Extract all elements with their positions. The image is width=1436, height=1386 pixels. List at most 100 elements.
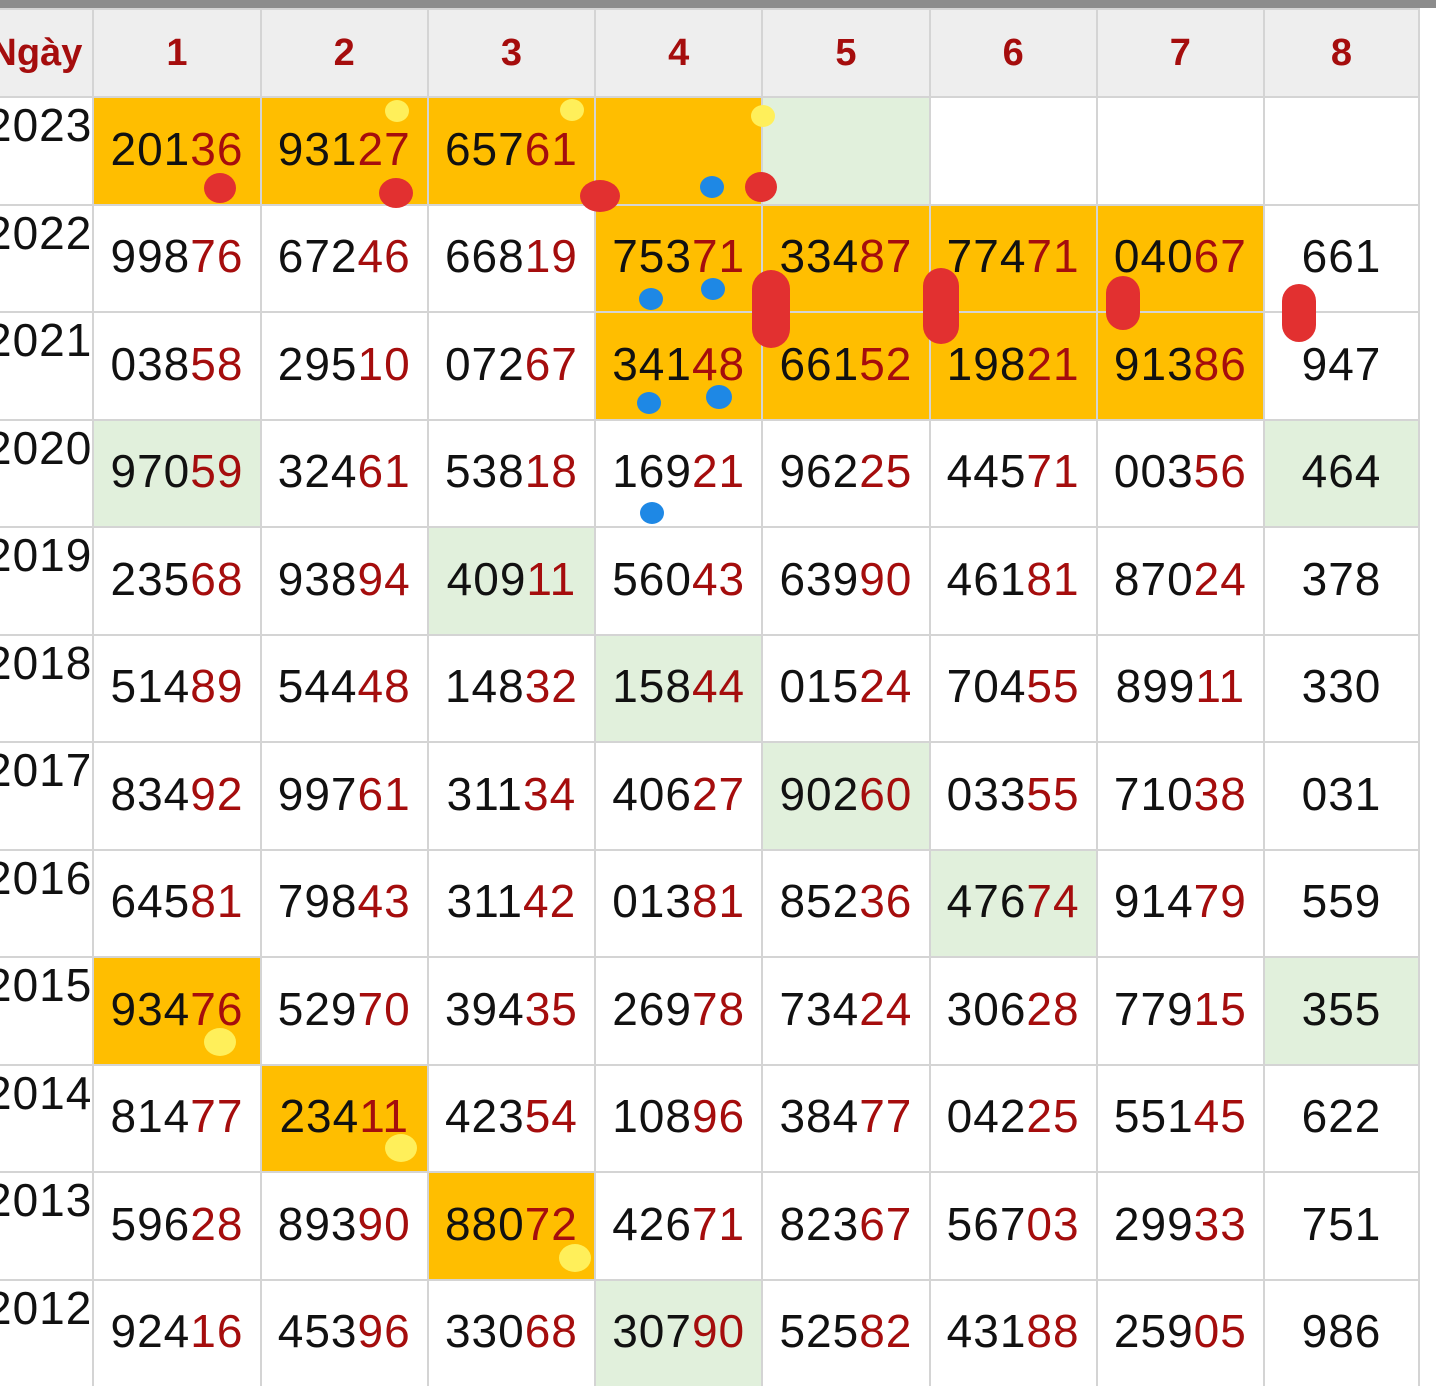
result-cell[interactable]: 54448 xyxy=(259,633,429,743)
result-cell[interactable]: 96225 xyxy=(761,418,931,528)
result-cell[interactable] xyxy=(1262,96,1421,206)
result-cell[interactable]: 330 xyxy=(1262,633,1421,743)
result-cell[interactable]: 53818 xyxy=(426,418,597,528)
result-cell[interactable]: 30628 xyxy=(928,956,1098,1066)
result-cell[interactable]: 42354 xyxy=(426,1063,597,1173)
result-tail-digits: 56 xyxy=(1193,445,1247,498)
result-cell[interactable]: 51489 xyxy=(92,633,262,743)
result-cell[interactable]: 89390 xyxy=(259,1171,429,1281)
result-tail-digits: 90 xyxy=(691,1305,746,1358)
result-cell[interactable]: 64581 xyxy=(92,848,262,958)
result-number: 622 xyxy=(1302,1090,1382,1142)
result-cell[interactable]: 03355 xyxy=(928,741,1098,851)
result-cell[interactable]: 82367 xyxy=(761,1171,931,1281)
red-stroke-mark xyxy=(923,268,959,344)
result-cell[interactable]: 59628 xyxy=(92,1171,262,1281)
result-cell[interactable]: 39435 xyxy=(426,956,597,1066)
result-head-digits: 198 xyxy=(946,337,1027,390)
result-cell[interactable]: 79843 xyxy=(259,848,429,958)
result-cell[interactable]: 45396 xyxy=(259,1278,429,1386)
result-cell[interactable]: 47674 xyxy=(928,848,1098,958)
result-cell[interactable]: 559 xyxy=(1262,848,1421,958)
result-cell[interactable]: 031 xyxy=(1262,741,1421,851)
row-date: 2021 xyxy=(0,311,95,421)
result-cell[interactable]: 15844 xyxy=(594,633,764,743)
result-cell[interactable]: 00356 xyxy=(1095,418,1265,528)
result-cell[interactable] xyxy=(1095,96,1265,206)
result-cell[interactable]: 622 xyxy=(1262,1063,1421,1173)
result-cell[interactable]: 29933 xyxy=(1095,1171,1265,1281)
result-cell[interactable]: 93894 xyxy=(259,526,429,636)
result-cell[interactable]: 04225 xyxy=(928,1063,1098,1173)
result-cell[interactable]: 99761 xyxy=(259,741,429,851)
result-cell[interactable]: 81477 xyxy=(92,1063,262,1173)
result-cell[interactable]: 26978 xyxy=(594,956,764,1066)
result-cell[interactable]: 464 xyxy=(1262,418,1421,528)
result-cell[interactable]: 40627 xyxy=(594,741,764,851)
results-table: Ngày 12345678 20232013693127657612022998… xyxy=(0,8,1421,1386)
result-cell[interactable]: 38477 xyxy=(761,1063,931,1173)
result-head-digits: 201 xyxy=(110,122,191,175)
result-cell[interactable]: 87024 xyxy=(1095,526,1265,636)
result-cell[interactable]: 14832 xyxy=(426,633,597,743)
result-tail-digits: 87 xyxy=(859,230,913,283)
result-cell[interactable]: 44571 xyxy=(928,418,1098,528)
result-cell[interactable]: 89911 xyxy=(1095,633,1265,743)
result-cell[interactable]: 01381 xyxy=(594,848,764,958)
result-number: 64581 xyxy=(111,875,244,927)
result-cell[interactable]: 01524 xyxy=(761,633,931,743)
result-cell[interactable]: 43188 xyxy=(928,1278,1098,1386)
result-cell[interactable]: 751 xyxy=(1262,1171,1421,1281)
result-cell[interactable]: 91479 xyxy=(1095,848,1265,958)
result-number: 31142 xyxy=(447,875,577,927)
result-cell[interactable]: 56043 xyxy=(594,526,764,636)
result-cell[interactable]: 30790 xyxy=(594,1278,764,1386)
result-head-digits: 169 xyxy=(612,445,692,498)
result-cell[interactable]: 77915 xyxy=(1095,956,1265,1066)
result-cell[interactable] xyxy=(761,96,931,206)
result-cell[interactable]: 378 xyxy=(1262,526,1421,636)
result-number: 46181 xyxy=(947,553,1080,605)
result-cell[interactable]: 85236 xyxy=(761,848,931,958)
result-cell[interactable]: 55145 xyxy=(1095,1063,1265,1173)
result-cell[interactable]: 07267 xyxy=(426,311,597,421)
result-cell[interactable]: 73424 xyxy=(761,956,931,1066)
result-cell[interactable]: 70455 xyxy=(928,633,1098,743)
result-cell[interactable]: 40911 xyxy=(426,526,597,636)
result-cell[interactable]: 42671 xyxy=(594,1171,764,1281)
result-cell[interactable]: 29510 xyxy=(259,311,429,421)
result-cell[interactable]: 355 xyxy=(1262,956,1421,1066)
result-cell[interactable]: 31142 xyxy=(426,848,597,958)
result-cell[interactable]: 97059 xyxy=(92,418,262,528)
result-number: 63990 xyxy=(779,553,912,605)
result-cell[interactable]: 16921 xyxy=(594,418,764,528)
result-cell[interactable]: 75371 xyxy=(594,203,764,313)
result-cell[interactable]: 34148 xyxy=(594,311,764,421)
result-cell[interactable]: 63990 xyxy=(761,526,931,636)
result-cell[interactable]: 52970 xyxy=(259,956,429,1066)
result-cell[interactable]: 986 xyxy=(1262,1278,1421,1386)
result-cell[interactable]: 99876 xyxy=(92,203,262,313)
result-cell[interactable]: 66819 xyxy=(426,203,597,313)
result-cell[interactable]: 90260 xyxy=(761,741,931,851)
results-table-viewport[interactable]: Ngày 12345678 20232013693127657612022998… xyxy=(0,8,1436,1386)
result-cell[interactable]: 52582 xyxy=(761,1278,931,1386)
result-cell[interactable]: 92416 xyxy=(92,1278,262,1386)
result-cell[interactable] xyxy=(594,96,764,206)
result-head-digits: 774 xyxy=(946,230,1027,283)
result-cell[interactable]: 23568 xyxy=(92,526,262,636)
result-cell[interactable]: 32461 xyxy=(259,418,429,528)
result-cell[interactable]: 46181 xyxy=(928,526,1098,636)
result-cell[interactable]: 93476 xyxy=(92,956,262,1066)
result-cell[interactable]: 31134 xyxy=(426,741,597,851)
result-cell[interactable]: 03858 xyxy=(92,311,262,421)
result-cell[interactable] xyxy=(928,96,1098,206)
result-cell[interactable]: 33068 xyxy=(426,1278,597,1386)
result-cell[interactable]: 71038 xyxy=(1095,741,1265,851)
result-cell[interactable]: 67246 xyxy=(259,203,429,313)
result-head-digits: 038 xyxy=(110,337,191,390)
result-cell[interactable]: 56703 xyxy=(928,1171,1098,1281)
result-cell[interactable]: 25905 xyxy=(1095,1278,1265,1386)
result-cell[interactable]: 83492 xyxy=(92,741,262,851)
result-cell[interactable]: 10896 xyxy=(594,1063,764,1173)
